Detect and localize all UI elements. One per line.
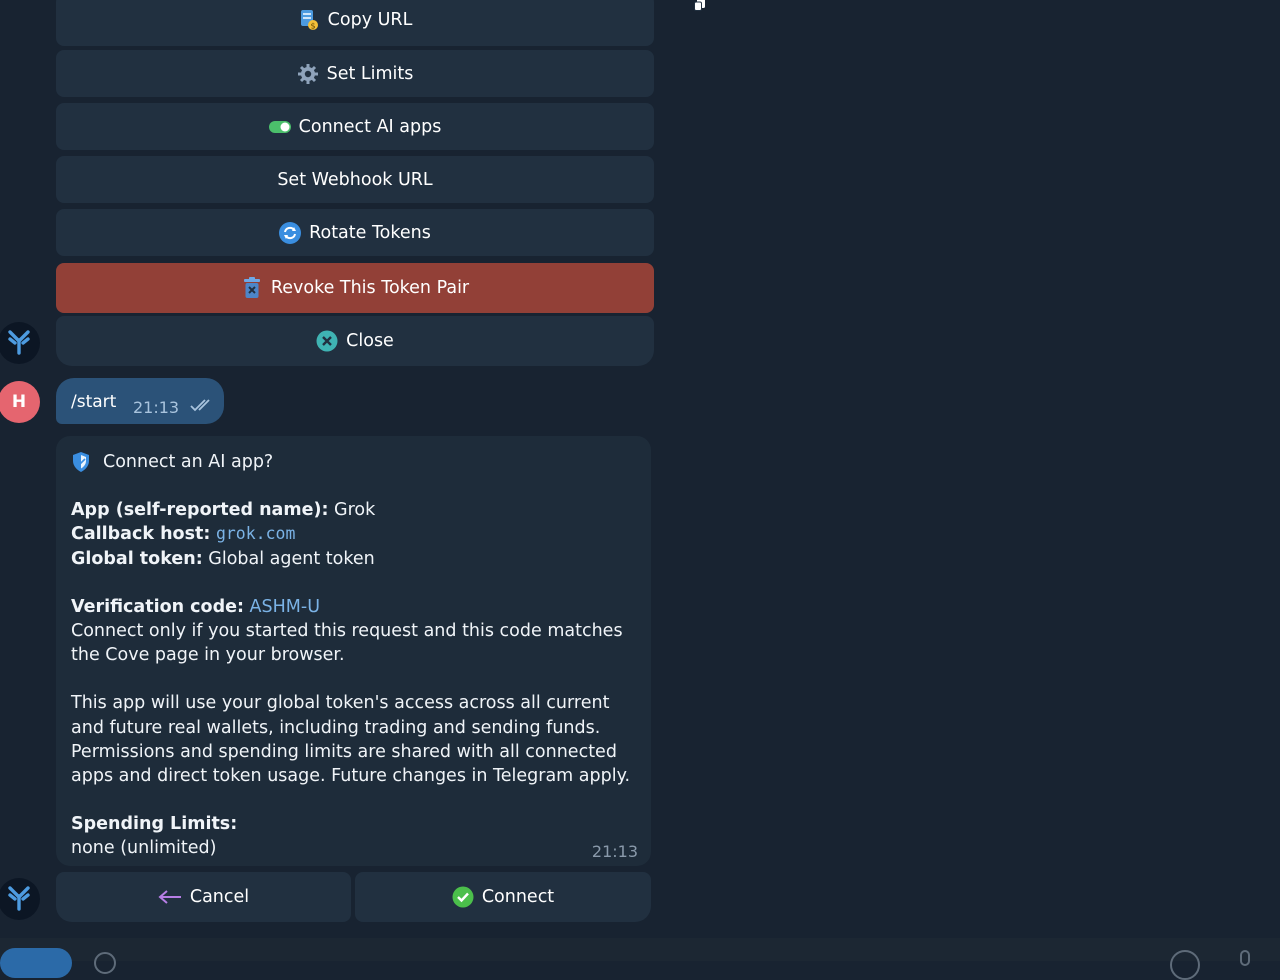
mic-icon[interactable] bbox=[1240, 950, 1250, 966]
user-avatar[interactable]: H bbox=[0, 381, 40, 423]
incoming-message-time: 21:13 bbox=[591, 841, 638, 861]
arrow-left-icon bbox=[158, 889, 182, 905]
outgoing-message[interactable]: /start 21:13 bbox=[56, 378, 224, 424]
refresh-icon bbox=[279, 221, 302, 244]
copy-corner-icon bbox=[694, 0, 706, 11]
read-ticks-icon bbox=[190, 397, 216, 416]
cancel-label: Cancel bbox=[189, 887, 250, 907]
set-webhook-url-label: Set Webhook URL bbox=[277, 169, 433, 190]
connect-label: Connect bbox=[481, 887, 555, 907]
emoji-icon[interactable] bbox=[94, 952, 116, 974]
verification-note: Connect only if you started this request… bbox=[71, 621, 623, 666]
svg-text:$: $ bbox=[310, 22, 315, 31]
bot-avatar[interactable] bbox=[0, 322, 40, 364]
avatar-letter: H bbox=[11, 392, 27, 412]
close-button[interactable]: Close bbox=[56, 316, 654, 366]
close-circle-icon bbox=[316, 330, 338, 352]
connect-button[interactable]: Connect bbox=[355, 872, 651, 922]
incoming-message: Connect an AI app? App (self-reported na… bbox=[56, 436, 651, 866]
callback-host[interactable]: grok.com bbox=[216, 524, 295, 543]
bot-logo-icon bbox=[4, 326, 34, 360]
set-limits-button[interactable]: Set Limits bbox=[56, 50, 654, 97]
copy-url-button[interactable]: $ Copy URL bbox=[56, 0, 705, 46]
composer-bar bbox=[0, 938, 1280, 980]
message-title: Connect an AI app? bbox=[103, 452, 274, 472]
revoke-token-pair-label: Revoke This Token Pair bbox=[270, 278, 470, 298]
rotate-tokens-label: Rotate Tokens bbox=[309, 222, 431, 243]
app-value: Grok bbox=[328, 500, 376, 521]
connect-ai-apps-label: Connect AI apps bbox=[298, 116, 442, 137]
warning-text: This app will use your global token's ac… bbox=[71, 693, 631, 787]
verification-code[interactable]: ASHM-U bbox=[250, 597, 320, 617]
callback-label: Callback host: bbox=[71, 524, 211, 545]
revoke-token-pair-button[interactable]: Revoke This Token Pair bbox=[56, 263, 654, 313]
limits-label: Spending Limits: bbox=[71, 814, 238, 835]
toggle-icon bbox=[268, 116, 291, 138]
set-limits-label: Set Limits bbox=[326, 63, 414, 84]
shield-icon bbox=[71, 451, 93, 473]
trash-icon bbox=[241, 277, 263, 299]
close-label: Close bbox=[346, 331, 394, 351]
menu-button[interactable] bbox=[0, 948, 72, 978]
outgoing-message-text: /start bbox=[71, 392, 117, 412]
app-label: App (self-reported name): bbox=[71, 500, 329, 521]
rotate-tokens-button[interactable]: Rotate Tokens bbox=[56, 209, 654, 256]
token-value: Global agent token bbox=[202, 548, 375, 569]
bot-avatar-bottom[interactable] bbox=[0, 878, 40, 920]
verification-label: Verification code: bbox=[71, 596, 244, 617]
token-label: Global token: bbox=[71, 548, 203, 569]
connect-ai-apps-button[interactable]: Connect AI apps bbox=[56, 103, 654, 150]
limits-value: none (unlimited) bbox=[71, 838, 217, 859]
outgoing-message-time: 21:13 bbox=[133, 398, 180, 417]
copy-url-label: Copy URL bbox=[327, 10, 413, 30]
check-circle-icon bbox=[452, 886, 474, 908]
bot-logo-icon bbox=[4, 882, 34, 916]
copy-url-icon: $ bbox=[298, 9, 320, 31]
gear-icon bbox=[297, 63, 319, 85]
set-webhook-url-button[interactable]: Set Webhook URL bbox=[56, 156, 654, 203]
attach-icon[interactable] bbox=[1170, 950, 1200, 980]
cancel-button[interactable]: Cancel bbox=[56, 872, 351, 922]
